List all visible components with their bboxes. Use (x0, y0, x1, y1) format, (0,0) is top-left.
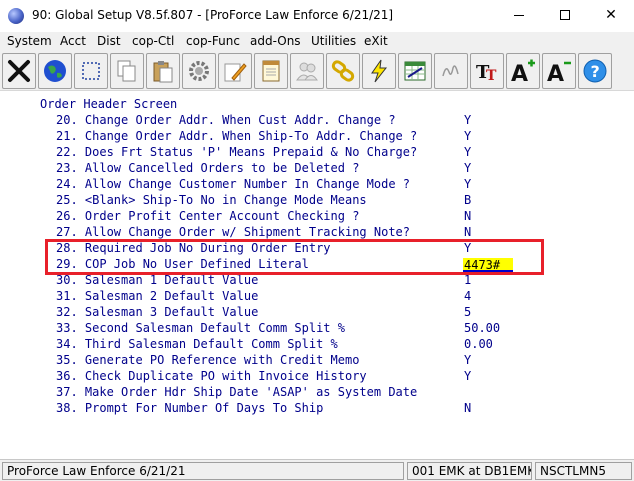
toolbar-button-select[interactable] (74, 53, 108, 89)
setting-value-20[interactable]: Y (464, 113, 471, 127)
setting-value-23[interactable]: Y (464, 161, 471, 175)
notepad-icon (262, 60, 280, 82)
window-title: 90: Global Setup V8.5f.807 - [ProForce L… (32, 8, 394, 22)
setting-label-33: 33. Second Salesman Default Comm Split % (56, 321, 345, 335)
setting-label-37: 37. Make Order Hdr Ship Date 'ASAP' as S… (56, 385, 418, 399)
setting-label-36: 36. Check Duplicate PO with Invoice Hist… (56, 369, 367, 383)
menu-utilities[interactable]: Utilities (311, 34, 356, 48)
svg-text:T: T (486, 68, 497, 84)
menu-acct[interactable]: Acct (60, 34, 86, 48)
toolbar-button-notepad[interactable] (254, 53, 288, 89)
font-tt-icon: T T (476, 62, 497, 84)
setting-value-24[interactable]: Y (464, 177, 471, 191)
close-x-icon (8, 60, 30, 82)
maximize-icon (560, 10, 570, 20)
edit-pencil-icon (224, 63, 247, 82)
menu-exit[interactable]: eXit (364, 34, 388, 48)
maximize-button[interactable] (542, 0, 588, 31)
setting-value-32[interactable]: 5 (464, 305, 471, 319)
setting-label-24: 24. Allow Change Customer Number In Chan… (56, 177, 411, 191)
toolbar-button-close[interactable] (2, 53, 36, 89)
setting-value-35[interactable]: Y (464, 353, 471, 367)
chain-link-icon (331, 60, 355, 82)
toolbar-button-globe[interactable] (38, 53, 72, 89)
toolbar-button-font[interactable]: T T (470, 53, 504, 89)
setting-value-26[interactable]: N (464, 209, 471, 223)
toolbar-button-lightning[interactable] (362, 53, 396, 89)
toolbar-button-signature[interactable] (434, 53, 468, 89)
setting-label-32: 32. Salesman 3 Default Value (56, 305, 259, 319)
setting-value-36[interactable]: Y (464, 369, 471, 383)
setting-value-27[interactable]: N (464, 225, 471, 239)
setting-label-30: 30. Salesman 1 Default Value (56, 273, 259, 287)
svg-text:A: A (511, 62, 528, 84)
setting-value-31[interactable]: 4 (464, 289, 471, 303)
toolbar-button-edit[interactable] (218, 53, 252, 89)
menu-add-ons[interactable]: add-Ons (250, 34, 301, 48)
spreadsheet-icon (404, 61, 426, 81)
setting-label-27: 27. Allow Change Order w/ Shipment Track… (56, 225, 411, 239)
help-icon: ? (583, 59, 607, 83)
toolbar-button-spreadsheet[interactable] (398, 53, 432, 89)
menu-bar: System Acct Dist cop-Ctl cop-Func add-On… (0, 32, 634, 51)
globe-icon (44, 60, 66, 82)
close-window-button[interactable]: ✕ (588, 0, 634, 31)
status-bar: ProForce Law Enforce 6/21/21 001 EMK at … (0, 459, 634, 481)
font-decrease-icon: A (547, 61, 571, 84)
menu-cop-func[interactable]: cop-Func (186, 34, 240, 48)
setup-screen: Order Header Screen 20. Change Order Add… (0, 92, 634, 458)
svg-text:?: ? (591, 62, 600, 81)
status-session: 001 EMK at DB1EMK (407, 462, 532, 480)
toolbar-button-font-decrease[interactable]: A (542, 53, 576, 89)
highlight-annotation-box (45, 239, 544, 275)
font-increase-icon: A (511, 59, 535, 84)
toolbar-button-font-increase[interactable]: A (506, 53, 540, 89)
setting-label-20: 20. Change Order Addr. When Cust Addr. C… (56, 113, 396, 127)
setting-label-23: 23. Allow Cancelled Orders to be Deleted… (56, 161, 360, 175)
setting-value-22[interactable]: Y (464, 145, 471, 159)
users-icon (296, 62, 318, 81)
svg-text:A: A (547, 62, 564, 84)
signature-icon (442, 65, 459, 77)
setting-value-21[interactable]: Y (464, 129, 471, 143)
minimize-button[interactable] (496, 0, 542, 31)
setting-value-38[interactable]: N (464, 401, 471, 415)
toolbar-button-copy[interactable] (110, 53, 144, 89)
paste-icon (153, 61, 173, 83)
setting-label-22: 22. Does Frt Status 'P' Means Prepaid & … (56, 145, 418, 159)
toolbar: T T A A ? (0, 51, 634, 91)
setting-value-33[interactable]: 50.00 (464, 321, 500, 335)
lightning-icon (371, 59, 388, 83)
setting-label-25: 25. <Blank> Ship-To No in Change Mode Me… (56, 193, 367, 207)
screen-title: Order Header Screen (40, 97, 178, 111)
setting-value-30[interactable]: 1 (464, 273, 471, 287)
toolbar-button-help[interactable]: ? (578, 53, 612, 89)
toolbar-button-users[interactable] (290, 53, 324, 89)
menu-cop-ctl[interactable]: cop-Ctl (132, 34, 174, 48)
toolbar-button-settings[interactable] (182, 53, 216, 89)
setting-value-25[interactable]: B (464, 193, 471, 207)
app-globe-icon[interactable] (8, 8, 24, 24)
setting-value-34[interactable]: 0.00 (464, 337, 493, 351)
toolbar-button-paste[interactable] (146, 53, 180, 89)
setting-label-35: 35. Generate PO Reference with Credit Me… (56, 353, 360, 367)
menu-system[interactable]: System (7, 34, 52, 48)
setting-label-38: 38. Prompt For Number Of Days To Ship (56, 401, 324, 415)
setting-label-31: 31. Salesman 2 Default Value (56, 289, 259, 303)
menu-dist[interactable]: Dist (97, 34, 121, 48)
setting-label-21: 21. Change Order Addr. When Ship-To Addr… (56, 129, 418, 143)
status-company: ProForce Law Enforce 6/21/21 (2, 462, 404, 480)
minimize-icon (514, 15, 524, 16)
settings-gear-icon (189, 61, 209, 81)
toolbar-button-link[interactable] (326, 53, 360, 89)
copy-icon (117, 60, 136, 82)
select-rectangle-icon (82, 62, 100, 80)
title-bar: 90: Global Setup V8.5f.807 - [ProForce L… (0, 0, 634, 32)
status-machine: NSCTLMN5 (535, 462, 632, 480)
setting-label-34: 34. Third Salesman Default Comm Split % (56, 337, 338, 351)
setting-label-26: 26. Order Profit Center Account Checking… (56, 209, 360, 223)
